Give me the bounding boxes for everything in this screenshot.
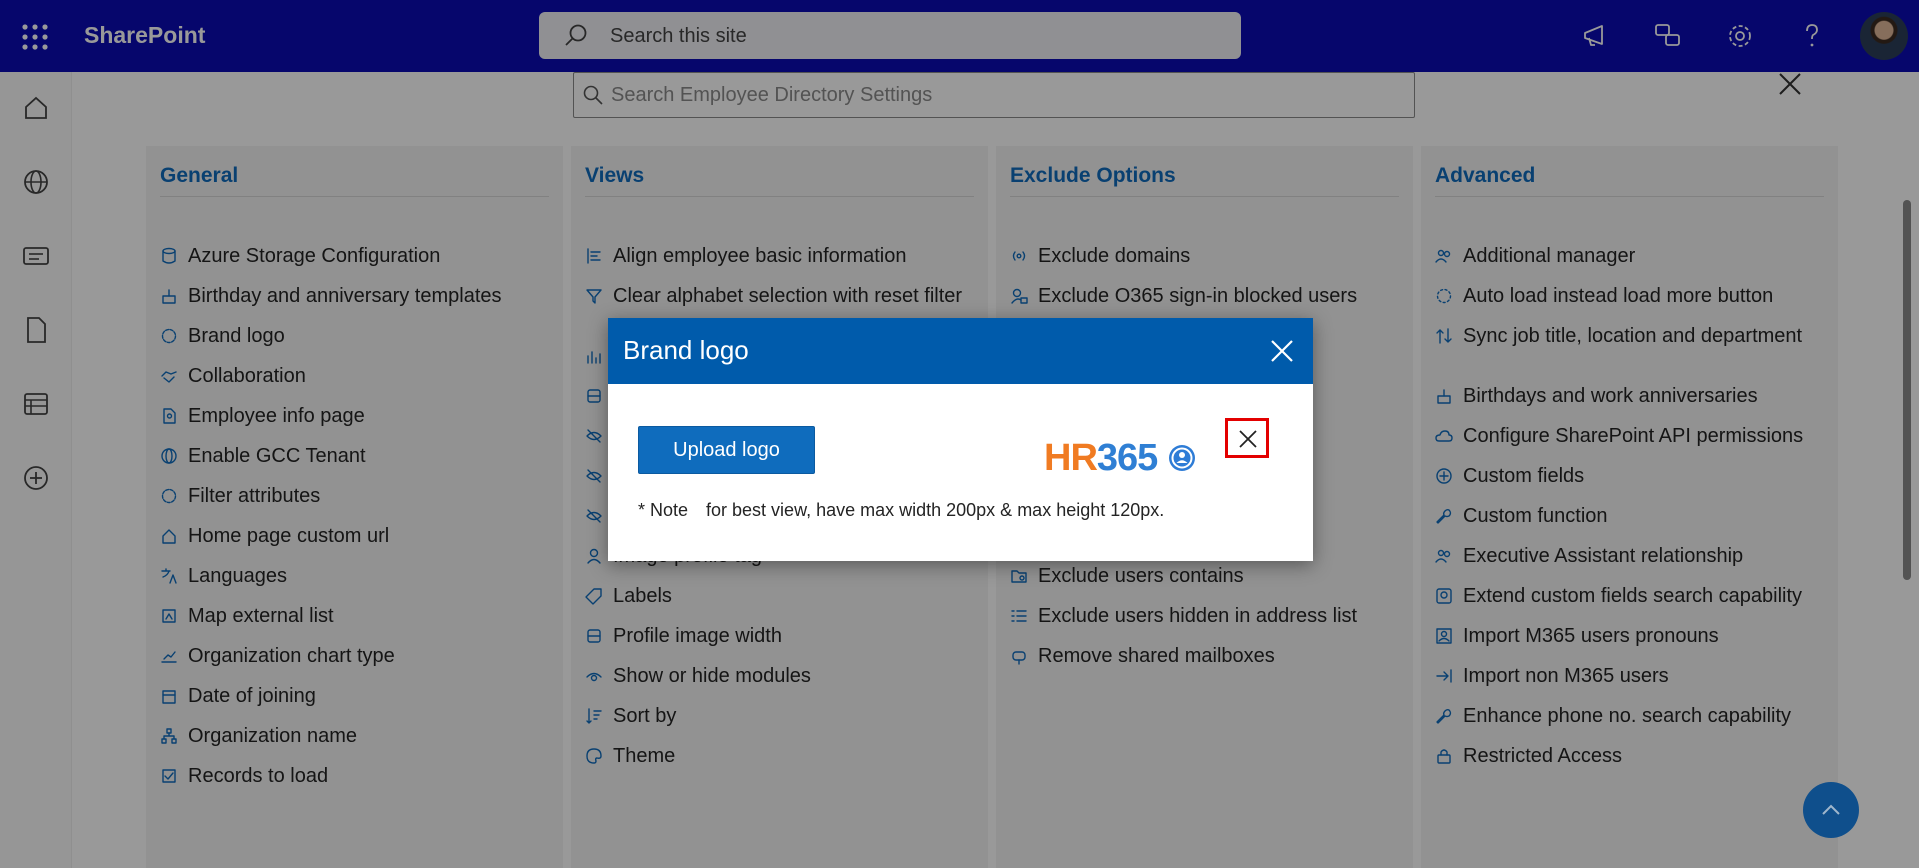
logo-person-badge-icon — [1169, 445, 1195, 471]
close-icon — [1239, 430, 1257, 448]
dialog-header: Brand logo — [608, 318, 1313, 384]
dialog-title: Brand logo — [623, 335, 749, 365]
brand-logo-dialog: Brand logo Upload logo * Note for best vi… — [608, 318, 1313, 561]
chevron-up-icon — [1822, 804, 1840, 815]
logo-preview: HR365 — [1024, 426, 1214, 488]
upload-logo-button[interactable]: Upload logo — [638, 426, 815, 474]
remove-logo-button[interactable] — [1225, 418, 1269, 458]
logo-size-note: * Note for best view, have max width 200p… — [638, 500, 1164, 521]
close-icon[interactable] — [1268, 337, 1296, 365]
hr365-logo: HR365 — [1044, 437, 1158, 479]
note-label: * Note — [638, 500, 689, 520]
back-to-top-button[interactable] — [1803, 782, 1859, 838]
note-text: for best view, have max width 200px & ma… — [706, 500, 1165, 520]
